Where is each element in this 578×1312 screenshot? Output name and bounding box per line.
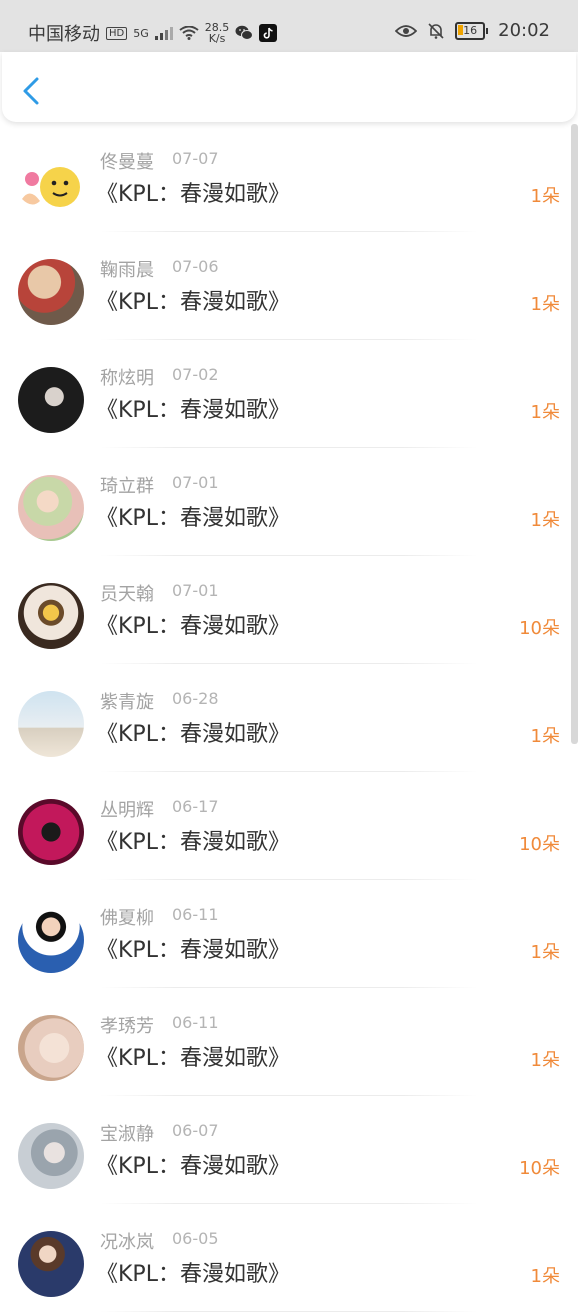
avatar[interactable]: [18, 475, 84, 541]
sender-name: 佟曼蔓: [100, 152, 154, 173]
flower-amount: 10朵: [519, 834, 560, 855]
flower-amount: 1朵: [530, 294, 560, 315]
avatar[interactable]: [18, 691, 84, 757]
flower-amount: 1朵: [530, 402, 560, 423]
list-item[interactable]: 佟曼蔓 07-07 《KPL：春漫如歌》 1朵: [0, 124, 578, 232]
list-item[interactable]: 况冰岚 06-05 《KPL：春漫如歌》 1朵: [0, 1204, 578, 1312]
item-title: 《KPL：春漫如歌》: [96, 938, 290, 963]
battery-shell: 16: [455, 21, 486, 40]
item-title: 《KPL：春漫如歌》: [96, 1262, 290, 1287]
avatar[interactable]: [18, 583, 84, 649]
scrollbar[interactable]: [571, 124, 578, 744]
list-item[interactable]: 琦立群 07-01 《KPL：春漫如歌》 1朵: [0, 448, 578, 556]
sender-name: 紫青旋: [100, 692, 154, 713]
network-type: 5G: [133, 26, 149, 40]
item-title: 《KPL：春漫如歌》: [96, 290, 290, 315]
flower-amount: 1朵: [530, 1266, 560, 1287]
avatar[interactable]: [18, 799, 84, 865]
item-title: 《KPL：春漫如歌》: [96, 182, 290, 207]
item-title: 《KPL：春漫如歌》: [96, 614, 290, 639]
sender-name: 琦立群: [100, 476, 154, 497]
status-right: 16 20:02: [395, 20, 550, 41]
list-item[interactable]: 孝琇芳 06-11 《KPL：春漫如歌》 1朵: [0, 988, 578, 1096]
avatar[interactable]: [18, 259, 84, 325]
wifi-icon: [179, 26, 199, 40]
item-title: 《KPL：春漫如歌》: [96, 722, 290, 747]
flower-amount: 1朵: [530, 1050, 560, 1071]
wechat-icon: [235, 25, 254, 40]
carrier-name: 中国移动: [28, 24, 100, 45]
send-date: 07-07: [172, 149, 219, 168]
flower-amount: 1朵: [530, 510, 560, 531]
battery-tip: [486, 27, 489, 34]
battery-level: 16: [463, 24, 478, 37]
list-item[interactable]: 佛夏柳 06-11 《KPL：春漫如歌》 1朵: [0, 880, 578, 988]
item-title: 《KPL：春漫如歌》: [96, 398, 290, 423]
sender-name: 宝淑静: [100, 1124, 154, 1145]
signal-icon: [154, 27, 173, 40]
sender-name: 孝琇芳: [100, 1016, 154, 1037]
top-nav-bar: [2, 52, 576, 122]
list-item[interactable]: 员天翰 07-01 《KPL：春漫如歌》 10朵: [0, 556, 578, 664]
sticker-avatar-icon: [22, 155, 80, 207]
list-item[interactable]: 丛明辉 06-17 《KPL：春漫如歌》 10朵: [0, 772, 578, 880]
avatar[interactable]: [18, 1123, 84, 1189]
item-title: 《KPL：春漫如歌》: [96, 1046, 290, 1071]
network-speed: 28.5 K/s: [205, 22, 230, 44]
sender-name: 佛夏柳: [100, 908, 154, 929]
avatar[interactable]: [18, 151, 84, 217]
back-arrow-icon[interactable]: [20, 76, 42, 106]
flower-amount: 1朵: [530, 942, 560, 963]
send-date: 06-11: [172, 1013, 219, 1032]
sender-name: 况冰岚: [100, 1232, 154, 1253]
avatar[interactable]: [18, 1231, 84, 1297]
sender-name: 员天翰: [100, 584, 154, 605]
list-item[interactable]: 称炫明 07-02 《KPL：春漫如歌》 1朵: [0, 340, 578, 448]
list-item[interactable]: 鞠雨晨 07-06 《KPL：春漫如歌》 1朵: [0, 232, 578, 340]
send-date: 07-01: [172, 473, 219, 492]
sender-name: 鞠雨晨: [100, 260, 154, 281]
mute-bell-icon: [428, 22, 444, 39]
network-speed-unit: K/s: [208, 32, 226, 45]
send-date: 07-01: [172, 581, 219, 600]
flower-amount: 10朵: [519, 618, 560, 639]
battery-icon: 16: [455, 21, 489, 40]
sender-name: 称炫明: [100, 368, 154, 389]
flower-amount: 10朵: [519, 1158, 560, 1179]
avatar[interactable]: [18, 367, 84, 433]
clock: 20:02: [498, 20, 550, 41]
sender-name: 丛明辉: [100, 800, 154, 821]
send-date: 06-11: [172, 905, 219, 924]
status-left: 中国移动 HD 5G 28.5 K/s: [28, 20, 278, 46]
eye-icon: [395, 24, 418, 37]
send-date: 06-05: [172, 1229, 219, 1248]
send-date: 06-17: [172, 797, 219, 816]
gift-record-list: 佟曼蔓 07-07 《KPL：春漫如歌》 1朵 鞠雨晨 07-06 《KPL：春…: [0, 124, 578, 1312]
tiktok-icon: [259, 24, 278, 42]
list-item[interactable]: 宝淑静 06-07 《KPL：春漫如歌》 10朵: [0, 1096, 578, 1204]
avatar[interactable]: [18, 1015, 84, 1081]
flower-amount: 1朵: [530, 186, 560, 207]
item-title: 《KPL：春漫如歌》: [96, 830, 290, 855]
avatar[interactable]: [18, 907, 84, 973]
flower-amount: 1朵: [530, 726, 560, 747]
send-date: 07-06: [172, 257, 219, 276]
send-date: 06-07: [172, 1121, 219, 1140]
item-title: 《KPL：春漫如歌》: [96, 506, 290, 531]
send-date: 07-02: [172, 365, 219, 384]
hd-icon: HD: [106, 26, 128, 40]
list-item[interactable]: 紫青旋 06-28 《KPL：春漫如歌》 1朵: [0, 664, 578, 772]
item-title: 《KPL：春漫如歌》: [96, 1154, 290, 1179]
status-bar: 中国移动 HD 5G 28.5 K/s 16 20:02: [0, 0, 578, 52]
send-date: 06-28: [172, 689, 219, 708]
